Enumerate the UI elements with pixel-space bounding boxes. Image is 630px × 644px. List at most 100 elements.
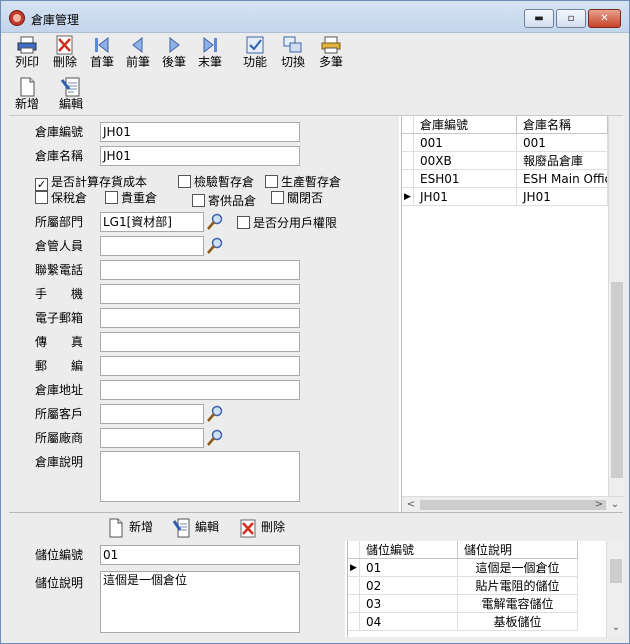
minimize-icon: ▬	[534, 13, 544, 24]
user-permission-checkbox[interactable]: 是否分用戶權限	[237, 216, 337, 232]
title-bar: 倉庫管理 ▬ ▫ ✕	[1, 1, 629, 33]
bonded-label: 保稅倉	[51, 191, 88, 205]
production-temp-checkbox[interactable]: 生產暫存倉	[265, 175, 341, 191]
function-button[interactable]: 功能	[237, 33, 273, 73]
app-icon	[9, 10, 25, 26]
vendor-lookup-icon[interactable]	[206, 429, 224, 447]
grid-vertical-scrollbar[interactable]	[608, 116, 624, 496]
location-edit-button[interactable]: 編輯	[173, 516, 219, 538]
current-row-icon: ▶	[348, 559, 360, 577]
loc-vertical-scrollbar[interactable]: ⌄	[606, 541, 624, 637]
zip-input[interactable]	[100, 356, 300, 376]
description-textarea[interactable]	[100, 451, 300, 502]
table-row[interactable]: 基板儲位	[458, 613, 578, 631]
table-row[interactable]: ESH01	[414, 170, 517, 188]
warehouse-panel: 倉庫編號 JH01 倉庫名稱 JH01 ✓ 是否計算存貨成本 檢驗暫存倉 生產暫存…	[9, 115, 624, 513]
customer-label: 所屬客戶	[35, 407, 84, 421]
close-button[interactable]: ✕	[588, 9, 621, 28]
new-button[interactable]: 新增	[9, 75, 45, 115]
dept-input[interactable]: LG1[資材部]	[100, 212, 204, 232]
table-row[interactable]: 這個是一個倉位	[458, 559, 578, 577]
grid-horizontal-scrollbar[interactable]: < > ⌄	[402, 496, 624, 513]
next-record-button[interactable]: 後筆	[156, 33, 192, 73]
table-row[interactable]: ESH Main Office	[517, 170, 608, 188]
next-arrow-icon	[169, 36, 180, 54]
table-row[interactable]: 001	[414, 134, 517, 152]
warehouse-code-input[interactable]: JH01	[100, 122, 300, 142]
closed-checkbox[interactable]: 關閉否	[271, 191, 323, 207]
vendor-label: 所屬廠商	[35, 431, 84, 445]
current-row-icon: ▶	[402, 188, 414, 206]
edit-button[interactable]: 編輯	[53, 75, 89, 115]
keeper-lookup-icon[interactable]	[206, 237, 224, 255]
fax-label: 傳 真	[35, 335, 84, 349]
location-new-button[interactable]: 新增	[107, 516, 153, 538]
fax-input[interactable]	[100, 332, 300, 352]
warehouse-name-input[interactable]: JH01	[100, 146, 300, 166]
table-row[interactable]: 電解電容儲位	[458, 595, 578, 613]
minimize-button[interactable]: ▬	[524, 9, 554, 28]
table-row[interactable]: 貼片電阻的儲位	[458, 577, 578, 595]
customer-input[interactable]	[100, 404, 204, 424]
grid-header-name[interactable]: 倉庫名稱	[517, 116, 608, 134]
location-desc-label: 儲位說明	[35, 576, 84, 590]
switch-button[interactable]: 切換	[275, 33, 311, 73]
loc-scroll-thumb[interactable]	[610, 559, 622, 583]
inspection-temp-checkbox[interactable]: 檢驗暫存倉	[178, 175, 254, 191]
scroll-right-icon[interactable]: >	[592, 498, 606, 512]
table-row[interactable]: 00XB	[414, 152, 517, 170]
address-input[interactable]	[100, 380, 300, 400]
email-label: 電子郵箱	[35, 311, 84, 325]
location-grid: 儲位編號 儲位說明 ▶ 01 這個是一個倉位 02 貼片電阻的儲位 03 電解電…	[347, 541, 624, 637]
prev-record-button[interactable]: 前筆	[120, 33, 156, 73]
table-row[interactable]: 001	[517, 134, 608, 152]
print-button[interactable]: 列印	[9, 33, 45, 73]
close-icon: ✕	[600, 13, 609, 24]
calc-cost-checkbox[interactable]: ✓ 是否計算存貨成本	[35, 175, 147, 191]
consignment-checkbox[interactable]: 寄供品倉	[192, 194, 256, 210]
table-row[interactable]: 03	[360, 595, 458, 613]
table-row[interactable]: JH01	[517, 188, 608, 206]
mobile-label: 手 機	[35, 287, 84, 301]
delete-doc-icon	[240, 519, 256, 537]
description-label: 倉庫說明	[35, 455, 84, 469]
keeper-input[interactable]	[100, 236, 204, 256]
location-edit-label: 編輯	[195, 520, 220, 534]
table-row[interactable]: 02	[360, 577, 458, 595]
bonded-checkbox[interactable]: 保稅倉	[35, 191, 87, 207]
customer-lookup-icon[interactable]	[206, 405, 224, 423]
dept-lookup-icon[interactable]	[206, 213, 224, 231]
location-delete-button[interactable]: 刪除	[239, 516, 285, 538]
table-row[interactable]: 01	[360, 559, 458, 577]
scroll-down-icon[interactable]: ⌄	[608, 498, 622, 512]
email-input[interactable]	[100, 308, 300, 328]
loc-header-desc[interactable]: 儲位說明	[458, 541, 578, 559]
mobile-input[interactable]	[100, 284, 300, 304]
maximize-button[interactable]: ▫	[556, 9, 586, 28]
table-row[interactable]: 報廢品倉庫	[517, 152, 608, 170]
location-delete-label: 刪除	[261, 520, 286, 534]
loc-scroll-down-icon[interactable]: ⌄	[609, 621, 623, 635]
delete-button[interactable]: 刪除	[47, 33, 83, 73]
hscroll-thumb[interactable]	[420, 500, 606, 510]
last-record-button[interactable]: 末筆	[192, 33, 228, 73]
first-record-button[interactable]: 首筆	[84, 33, 120, 73]
vendor-input[interactable]	[100, 428, 204, 448]
calc-cost-label: 是否計算存貨成本	[51, 175, 148, 189]
table-row[interactable]: 04	[360, 613, 458, 631]
multi-print-icon	[321, 36, 341, 54]
scroll-left-icon[interactable]: <	[404, 498, 418, 512]
scroll-thumb[interactable]	[611, 282, 623, 478]
closed-label: 關閉否	[287, 191, 324, 205]
production-temp-label: 生產暫存倉	[281, 175, 342, 189]
table-row[interactable]: JH01	[414, 188, 517, 206]
multi-record-button[interactable]: 多筆	[313, 33, 349, 73]
phone-input[interactable]	[100, 260, 300, 280]
valuable-checkbox[interactable]: 貴重倉	[105, 191, 157, 207]
valuable-label: 貴重倉	[121, 191, 158, 205]
location-desc-textarea[interactable]: 這個是一個倉位	[100, 571, 300, 633]
loc-header-code[interactable]: 儲位編號	[360, 541, 458, 559]
warehouse-form: 倉庫編號 JH01 倉庫名稱 JH01 ✓ 是否計算存貨成本 檢驗暫存倉 生產暫存…	[9, 116, 399, 513]
grid-header-code[interactable]: 倉庫編號	[414, 116, 517, 134]
location-code-input[interactable]: 01	[100, 545, 300, 565]
